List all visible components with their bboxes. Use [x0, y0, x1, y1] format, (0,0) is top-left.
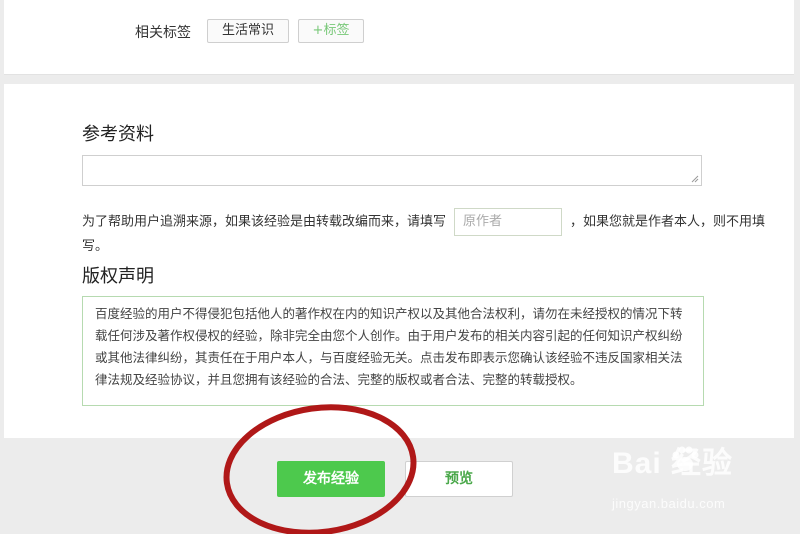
watermark-url: jingyan.baidu.com [612, 496, 726, 511]
paw-logo-icon [672, 446, 699, 471]
watermark-brand: Bai 经验 [612, 447, 734, 480]
